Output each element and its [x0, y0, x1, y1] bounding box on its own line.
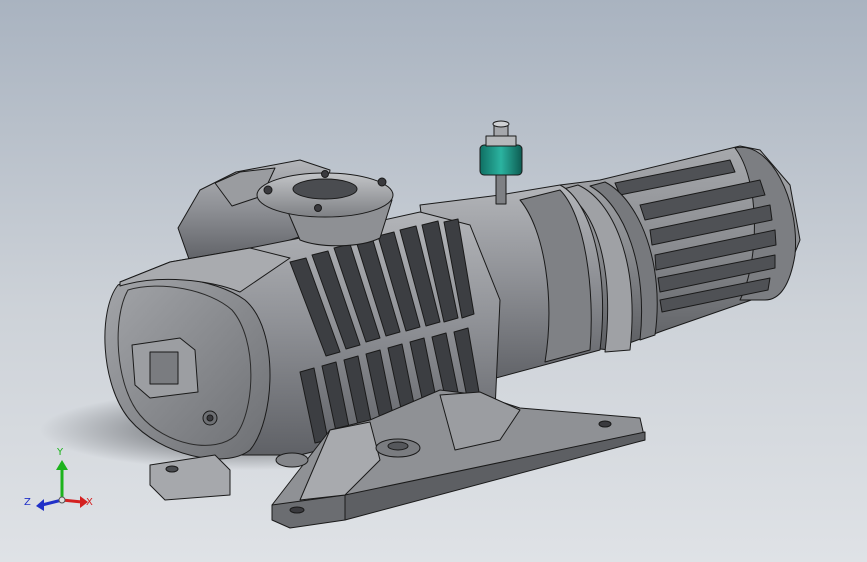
triad-y-label: Y — [56, 447, 64, 458]
vacuum-pump-assembly[interactable] — [104, 120, 801, 529]
model-scene[interactable]: Y X Z — [0, 0, 867, 562]
triad-z-label: Z — [24, 497, 31, 508]
green-mount — [479, 120, 523, 205]
triad-z-arrow — [36, 499, 44, 511]
graphics-viewport[interactable]: Y X Z — [0, 0, 867, 562]
triad-origin — [58, 496, 66, 504]
triad-x-label: X — [86, 497, 93, 508]
front-shaft-window — [131, 337, 199, 399]
triad-y-arrow — [56, 460, 68, 470]
view-orientation-triad[interactable]: Y X Z — [24, 447, 93, 511]
